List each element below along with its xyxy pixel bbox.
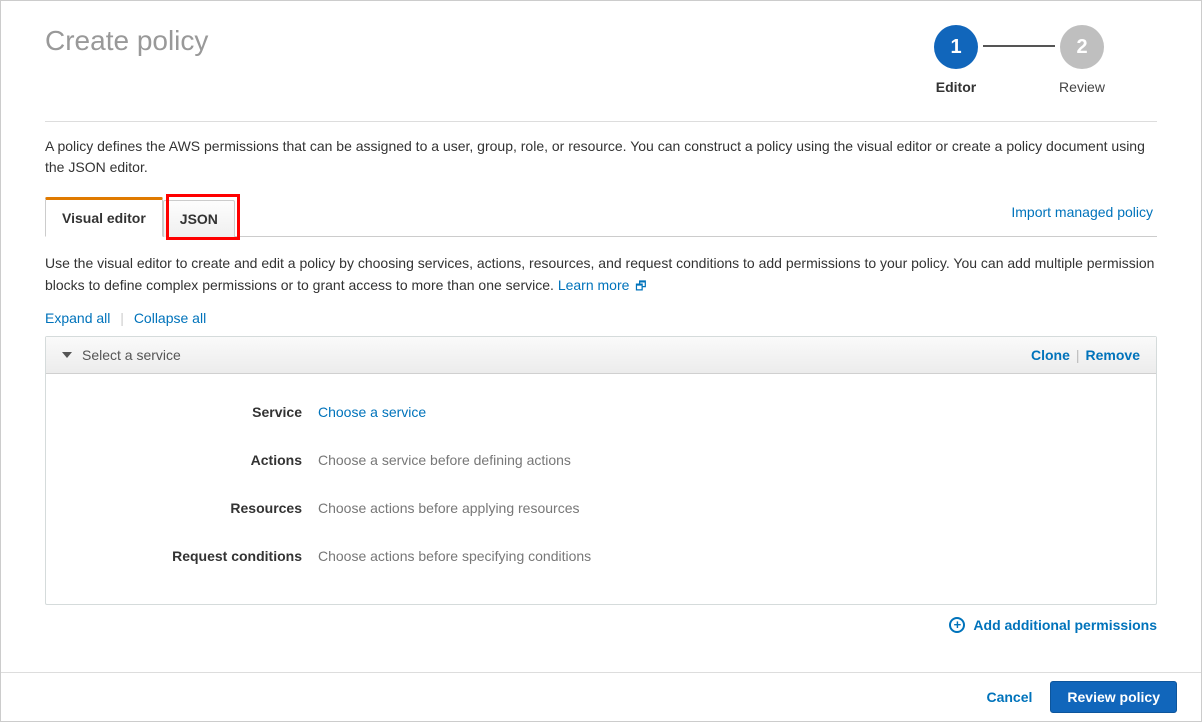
row-resources: Resources Choose actions before applying… — [66, 484, 1136, 532]
learn-more-link[interactable]: Learn more 🗗 — [558, 277, 647, 293]
choose-service-link[interactable]: Choose a service — [318, 404, 426, 420]
footer-bar: Cancel Review policy — [1, 672, 1201, 721]
label-conditions: Request conditions — [66, 548, 318, 564]
row-conditions: Request conditions Choose actions before… — [66, 532, 1136, 580]
subintro: Use the visual editor to create and edit… — [45, 253, 1157, 296]
step-editor: 1 Editor — [901, 25, 1011, 95]
expand-all-link[interactable]: Expand all — [45, 310, 110, 326]
cancel-button[interactable]: Cancel — [986, 689, 1032, 705]
tabs-row: Visual editor JSON Import managed policy — [45, 196, 1157, 237]
panel-title: Select a service — [82, 347, 181, 363]
actions-placeholder: Choose a service before defining actions — [318, 452, 571, 468]
header-row: Create policy 1 Editor 2 Review — [45, 19, 1157, 95]
intro-text: A policy defines the AWS permissions tha… — [45, 136, 1157, 178]
tab-visual-editor[interactable]: Visual editor — [45, 197, 163, 237]
row-service: Service Choose a service — [66, 388, 1136, 436]
resources-placeholder: Choose actions before applying resources — [318, 500, 580, 516]
add-permissions-link[interactable]: + Add additional permissions — [949, 617, 1157, 633]
panel-body: Service Choose a service Actions Choose … — [46, 374, 1156, 604]
label-actions: Actions — [66, 452, 318, 468]
create-policy-frame: Create policy 1 Editor 2 Review A policy… — [0, 0, 1202, 722]
panel-header[interactable]: Select a service Clone | Remove — [46, 337, 1156, 374]
expand-collapse-row: Expand all | Collapse all — [45, 310, 1157, 326]
label-service: Service — [66, 404, 318, 420]
import-managed-policy-link[interactable]: Import managed policy — [1011, 204, 1153, 220]
clone-link[interactable]: Clone — [1031, 347, 1070, 363]
wizard-stepper: 1 Editor 2 Review — [901, 25, 1137, 95]
plus-circle-icon: + — [949, 617, 965, 633]
caret-down-icon — [62, 352, 72, 358]
step-review: 2 Review — [1027, 25, 1137, 95]
label-resources: Resources — [66, 500, 318, 516]
remove-link[interactable]: Remove — [1086, 347, 1140, 363]
add-permissions-label: Add additional permissions — [973, 617, 1157, 633]
divider — [45, 121, 1157, 122]
step-2-label: Review — [1059, 79, 1105, 95]
page-title: Create policy — [45, 25, 208, 57]
learn-more-label: Learn more — [558, 277, 630, 293]
tab-json[interactable]: JSON — [163, 200, 235, 237]
step-2-circle: 2 — [1060, 25, 1104, 69]
tabs: Visual editor JSON — [45, 196, 235, 236]
collapse-all-link[interactable]: Collapse all — [134, 310, 206, 326]
step-1-label: Editor — [936, 79, 976, 95]
review-policy-button[interactable]: Review policy — [1050, 681, 1177, 713]
external-link-icon: 🗗 — [635, 277, 646, 296]
step-1-circle: 1 — [934, 25, 978, 69]
row-actions: Actions Choose a service before defining… — [66, 436, 1136, 484]
permission-panel: Select a service Clone | Remove Service … — [45, 336, 1157, 605]
conditions-placeholder: Choose actions before specifying conditi… — [318, 548, 591, 564]
separator: | — [120, 310, 124, 326]
